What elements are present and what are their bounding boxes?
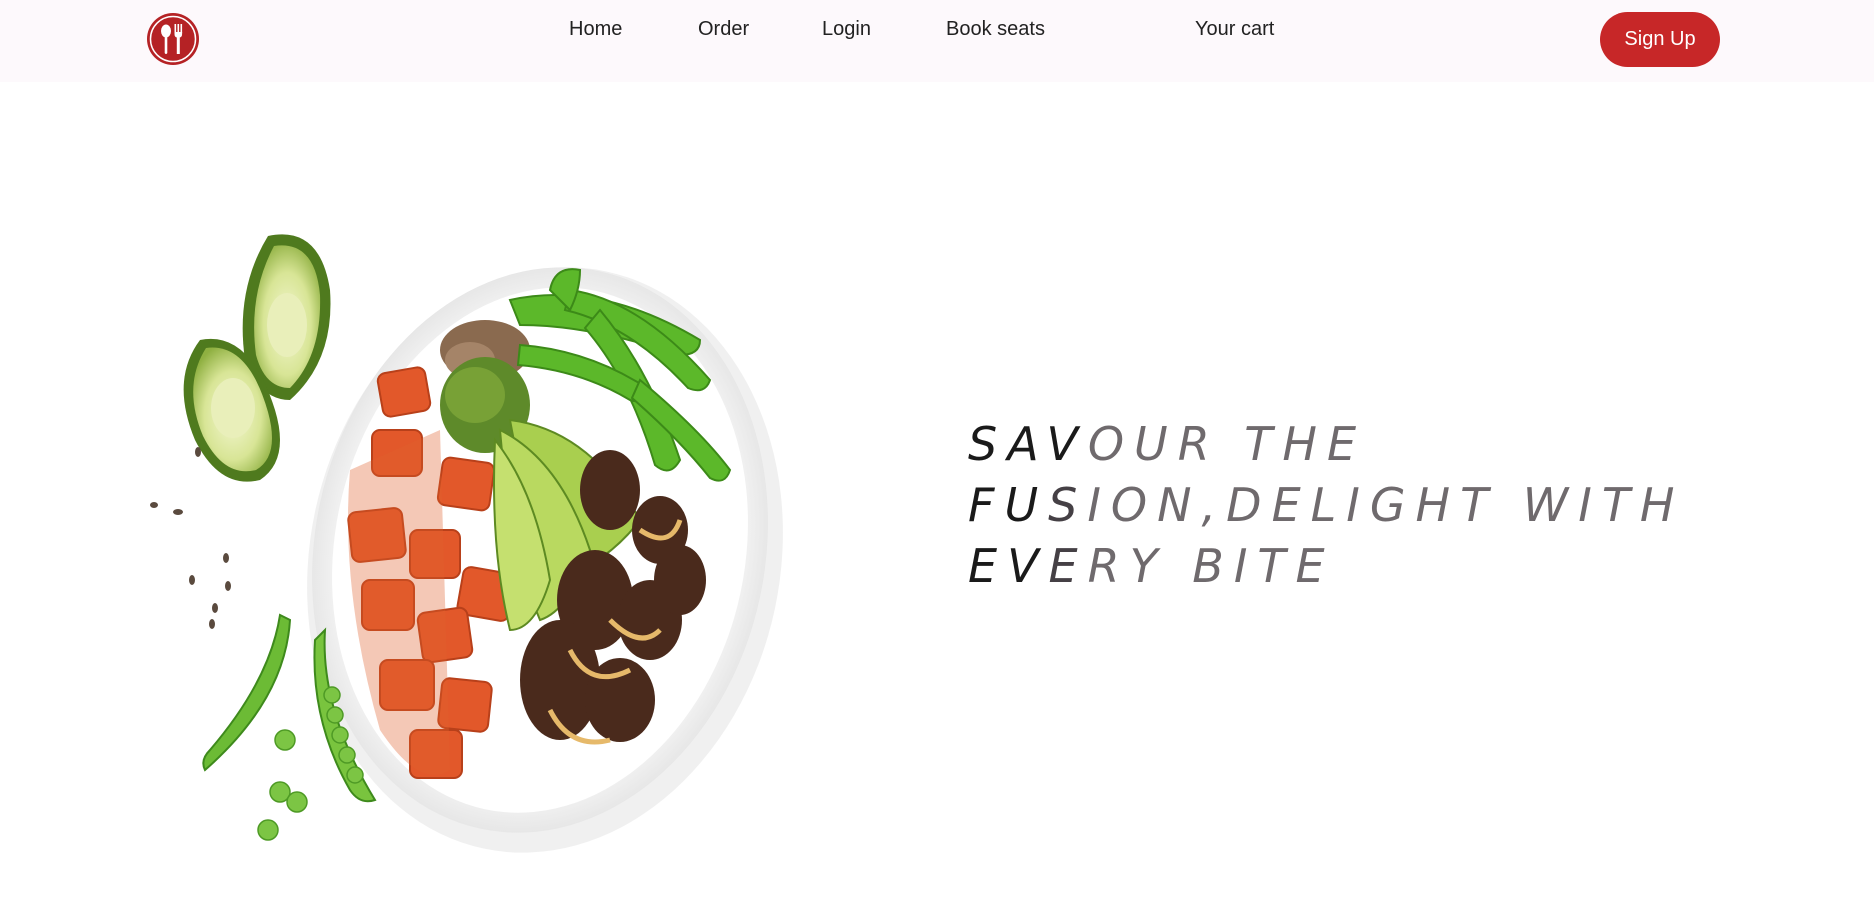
headline-line-3: EVERY BITE — [968, 536, 1685, 597]
nav-order-link[interactable]: Order — [698, 18, 749, 41]
headline-line-2-rest: ION,DELIGHT WITH — [1087, 478, 1685, 532]
fork-spoon-logo-icon[interactable] — [146, 12, 200, 66]
headline-line-1-rest: OUR THE — [1087, 417, 1367, 471]
headline-line-2-mid: S — [1048, 478, 1088, 532]
hero-headline: SAVOUR THE FUSION,DELIGHT WITH EVERY BIT… — [968, 414, 1685, 597]
food-bowl-illustration — [150, 234, 783, 853]
nav-your-cart-link[interactable]: Your cart — [1195, 18, 1274, 41]
headline-line-1: SAVOUR THE — [968, 414, 1685, 475]
headline-line-2: FUSION,DELIGHT WITH — [968, 475, 1685, 536]
top-navbar: Home Order Login Book seats Your cart Si… — [0, 0, 1874, 82]
headline-line-3-mid: E — [1048, 539, 1088, 593]
headline-line-3-dark: EV — [968, 539, 1049, 593]
sign-up-button[interactable]: Sign Up — [1600, 12, 1720, 67]
headline-line-2-dark: FU — [968, 478, 1049, 532]
nav-home-link[interactable]: Home — [569, 18, 622, 41]
headline-line-1-dark: SAV — [968, 417, 1088, 471]
nav-login-link[interactable]: Login — [822, 18, 871, 41]
nav-book-seats-link[interactable]: Book seats — [946, 18, 1045, 41]
headline-line-3-rest: RY BITE — [1087, 539, 1335, 593]
